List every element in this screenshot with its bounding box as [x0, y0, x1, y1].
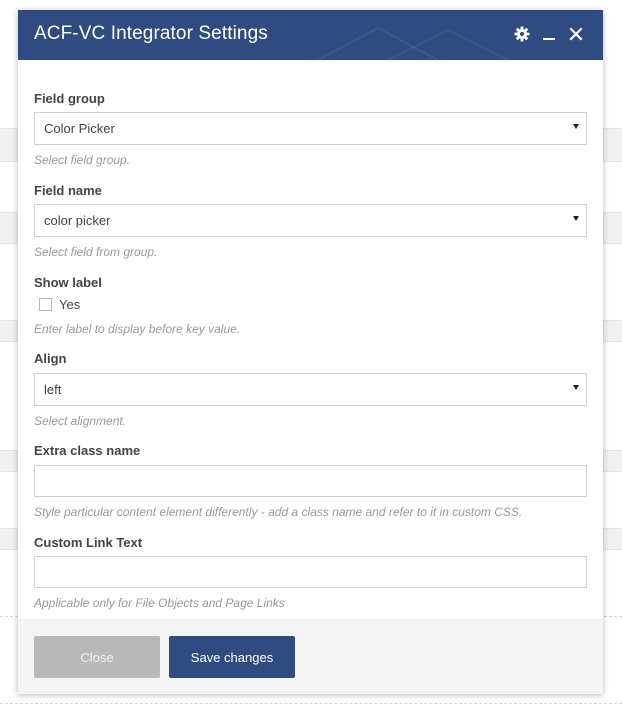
- show-label-checkbox[interactable]: [39, 298, 52, 311]
- field-name-select[interactable]: color picker: [34, 204, 587, 237]
- custom-link-text-help: Applicable only for File Objects and Pag…: [34, 596, 285, 610]
- close-button[interactable]: Close: [34, 636, 160, 678]
- gear-icon[interactable]: [513, 24, 531, 44]
- close-icon[interactable]: [567, 24, 585, 44]
- field-name-label: Field name: [34, 183, 102, 198]
- show-label-label: Show label: [34, 275, 102, 290]
- field-group-label: Field group: [34, 91, 105, 106]
- field-group-help: Select field group.: [34, 153, 131, 167]
- extra-class-input[interactable]: [34, 465, 587, 497]
- modal-title: ACF-VC Integrator Settings: [34, 23, 268, 44]
- chevron-down-icon: [573, 385, 579, 390]
- extra-class-help: Style particular content element differe…: [34, 505, 523, 519]
- header-controls: [504, 24, 585, 44]
- show-label-option[interactable]: Yes: [39, 297, 80, 312]
- field-group-value: Color Picker: [44, 121, 115, 136]
- field-name-help: Select field from group.: [34, 245, 158, 259]
- align-select[interactable]: left: [34, 373, 587, 406]
- modal-footer: Close Save changes: [18, 619, 603, 694]
- save-changes-button[interactable]: Save changes: [169, 636, 295, 678]
- align-help: Select alignment.: [34, 414, 127, 428]
- chevron-down-icon: [573, 216, 579, 221]
- custom-link-text-label: Custom Link Text: [34, 535, 143, 550]
- background-divider: [0, 703, 622, 704]
- field-group-select[interactable]: Color Picker: [34, 112, 587, 145]
- modal-header: ACF-VC Integrator Settings: [18, 10, 603, 60]
- field-name-value: color picker: [44, 213, 111, 228]
- minimize-icon[interactable]: [540, 24, 558, 44]
- custom-link-text-input[interactable]: [34, 556, 587, 588]
- settings-modal: ACF-VC Integrator Settings Field group C…: [18, 10, 603, 694]
- align-label: Align: [34, 351, 67, 366]
- extra-class-label: Extra class name: [34, 443, 141, 458]
- show-label-help: Enter label to display before key value.: [34, 322, 241, 336]
- chevron-down-icon: [573, 124, 579, 129]
- align-value: left: [44, 382, 62, 397]
- show-label-checkbox-label[interactable]: Yes: [59, 297, 80, 312]
